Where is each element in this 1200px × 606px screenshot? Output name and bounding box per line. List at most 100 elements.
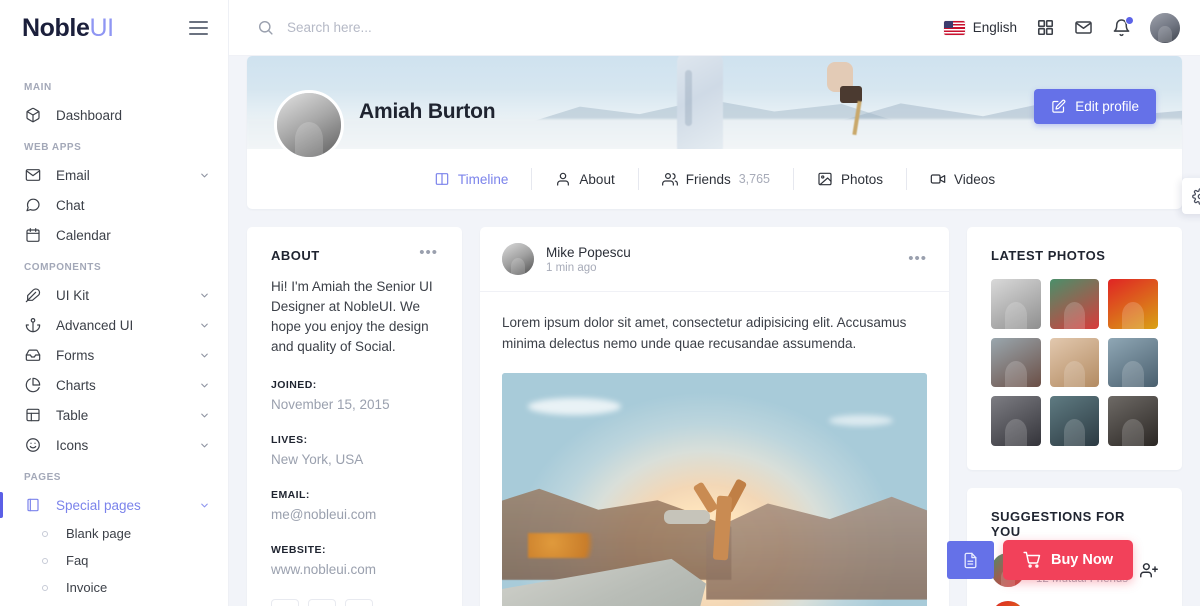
about-card: ABOUT ••• Hi! I'm Amiah the Senior UI De… [247,227,462,606]
tab-about[interactable]: About [532,168,639,190]
sidebar: NobleUI MAIN Dashboard WEB APPS Email Ch… [0,0,229,606]
photo-thumb-5[interactable] [1049,337,1100,388]
sidebar-item-label: Dashboard [56,107,123,123]
messages-button[interactable] [1074,18,1093,37]
tab-photos[interactable]: Photos [794,168,908,190]
ellipsis-icon[interactable]: ••• [908,251,927,266]
search-input[interactable] [287,20,607,35]
about-field-value-joined: November 15, 2015 [271,397,390,412]
sidebar-item-label: Table [56,407,89,423]
sidebar-item-forms[interactable]: Forms [0,340,228,370]
post-image[interactable] [502,373,927,606]
apps-grid-button[interactable] [1036,18,1055,37]
sidebar-item-advanced-ui[interactable]: Advanced UI [0,310,228,340]
calendar-icon [24,227,41,244]
hamburger-menu-icon[interactable] [187,17,210,39]
buy-now-button[interactable]: Buy Now [1002,540,1133,580]
image-icon [818,172,832,186]
tab-videos[interactable]: Videos [907,168,1018,190]
profile-header-card: Amiah Burton Edit profile Timeline About [247,56,1182,209]
avatar[interactable] [991,601,1025,606]
about-field-value-email[interactable]: me@nobleui.com [271,507,438,522]
social-links [271,599,438,606]
sidebar-item-icons[interactable]: Icons [0,430,228,460]
layout-icon [24,407,41,424]
sidebar-item-label: Advanced UI [56,317,134,333]
inbox-icon [24,347,41,364]
grid-icon [1037,19,1054,36]
photo-thumb-7[interactable] [991,396,1041,446]
settings-panel-button[interactable] [1182,178,1200,214]
about-field-key-lives: LIVES: [271,434,308,446]
add-friend-button[interactable] [1140,561,1158,579]
sidebar-item-email[interactable]: Email [0,160,228,190]
post-timestamp: 1 min ago [546,261,597,274]
chevron-down-icon [201,323,208,327]
profile-name: Amiah Burton [359,100,496,123]
tab-timeline[interactable]: Timeline [411,168,533,190]
bullet-icon [42,557,48,564]
photo-thumb-1[interactable] [991,279,1041,329]
post-author-avatar[interactable] [502,243,534,275]
sidebar-nav: MAIN Dashboard WEB APPS Email Chat Calen… [0,56,228,606]
sidebar-subitem-label: Blank page [66,526,132,541]
post-author-meta: Mike Popescu 1 min ago [546,245,896,274]
chevron-down-icon [201,353,208,357]
sidebar-item-table[interactable]: Table [0,400,228,430]
user-avatar[interactable] [1150,12,1180,43]
photo-thumb-9[interactable] [1108,396,1158,447]
friends-count: 3,765 [738,172,770,186]
sidebar-item-charts[interactable]: Charts [0,370,228,400]
photo-thumb-8[interactable] [1049,396,1100,447]
sidebar-subitem-faq[interactable]: Faq [0,547,228,574]
profile-tabs: Timeline About Friends 3,765 Photos Vide… [247,149,1182,209]
page-content: Amiah Burton Edit profile Timeline About [229,56,1200,606]
app-logo[interactable]: NobleUI [22,15,114,41]
profile-avatar[interactable] [274,90,344,160]
about-field-value-lives: New York, USA [271,452,364,467]
sidebar-item-label: UI Kit [56,287,90,303]
feather-icon [24,287,41,304]
photo-thumb-4[interactable] [991,337,1041,388]
tab-friends[interactable]: Friends 3,765 [639,168,794,190]
sidebar-subitem-blank-page[interactable]: Blank page [0,520,228,547]
photo-grid [991,279,1158,447]
cart-icon [1023,551,1041,568]
sidebar-item-label: Forms [56,347,95,363]
photo-thumb-6[interactable] [1108,337,1158,388]
navbar-actions: English [943,12,1180,43]
chat-icon [24,197,41,214]
sidebar-category-main: MAIN [24,82,52,93]
sidebar-item-dashboard[interactable]: Dashboard [0,100,228,130]
chevron-down-icon [201,413,208,417]
notifications-button[interactable] [1112,16,1134,37]
ellipsis-icon[interactable]: ••• [419,245,438,260]
sidebar-item-ui-kit[interactable]: UI Kit [0,280,228,310]
photo-thumb-3[interactable] [1108,279,1158,329]
language-selector[interactable]: English [943,20,1017,35]
anchor-icon [24,317,41,334]
mail-icon [1075,21,1092,34]
box-icon [24,107,41,124]
top-navbar: English [229,0,1200,56]
chevron-down-icon [201,443,208,447]
photo-thumb-2[interactable] [1049,279,1100,329]
post-card: Mike Popescu 1 min ago ••• Lorem ipsum d… [480,227,949,606]
feed-column: Mike Popescu 1 min ago ••• Lorem ipsum d… [480,227,949,606]
chevron-down-icon [201,383,208,387]
sidebar-item-calendar[interactable]: Calendar [0,220,228,250]
twitter-link[interactable] [308,599,336,606]
suggestions-title: SUGGESTIONS FOR YOU [991,509,1125,540]
sidebar-item-special-pages[interactable]: Special pages [0,490,228,520]
documentation-button[interactable] [946,541,994,579]
about-field-value-website[interactable]: www.nobleui.com [271,562,438,577]
document-icon [964,552,977,568]
sidebar-subitem-invoice[interactable]: Invoice [0,574,228,601]
edit-profile-button[interactable]: Edit profile [1034,89,1156,124]
search-icon [258,20,273,35]
left-column: ABOUT ••• Hi! I'm Amiah the Senior UI De… [247,227,462,606]
instagram-link[interactable] [345,599,373,606]
chevron-down-icon [201,293,208,297]
github-link[interactable] [271,599,299,606]
sidebar-item-chat[interactable]: Chat [0,190,228,220]
